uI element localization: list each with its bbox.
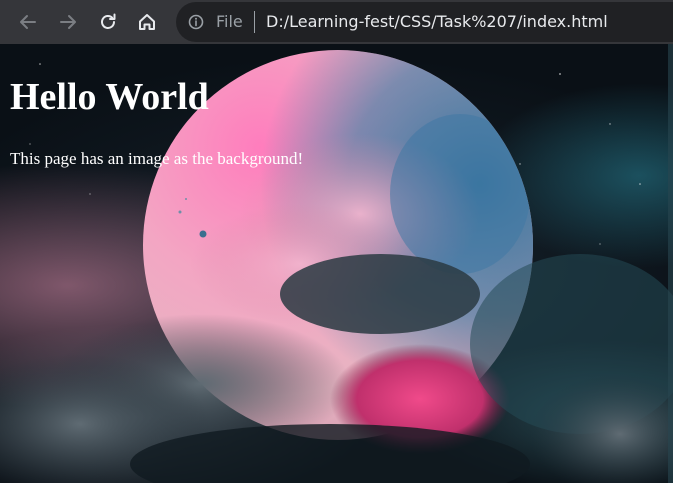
address-bar[interactable]: File D:/Learning-fest/CSS/Task%207/index…: [176, 2, 673, 42]
page-scrollbar-edge: [668, 44, 673, 483]
reload-button[interactable]: [92, 6, 124, 38]
home-icon: [139, 14, 155, 30]
browser-window: File D:/Learning-fest/CSS/Task%207/index…: [0, 0, 673, 483]
browser-toolbar: File D:/Learning-fest/CSS/Task%207/index…: [0, 0, 673, 44]
page-viewport: Hello World This page has an image as th…: [0, 44, 673, 483]
arrow-left-icon: [20, 15, 36, 29]
forward-button[interactable]: [52, 6, 84, 38]
page-heading: Hello World: [10, 76, 209, 118]
home-button[interactable]: [131, 6, 163, 38]
back-button[interactable]: [12, 6, 44, 38]
info-icon[interactable]: [188, 14, 204, 30]
url-divider: [254, 11, 255, 33]
url-scheme-label: File: [216, 12, 243, 31]
arrow-right-icon: [60, 15, 76, 29]
page-paragraph: This page has an image as the background…: [10, 149, 304, 168]
reload-icon: [101, 13, 116, 29]
url-text[interactable]: D:/Learning-fest/CSS/Task%207/index.html: [266, 12, 608, 32]
